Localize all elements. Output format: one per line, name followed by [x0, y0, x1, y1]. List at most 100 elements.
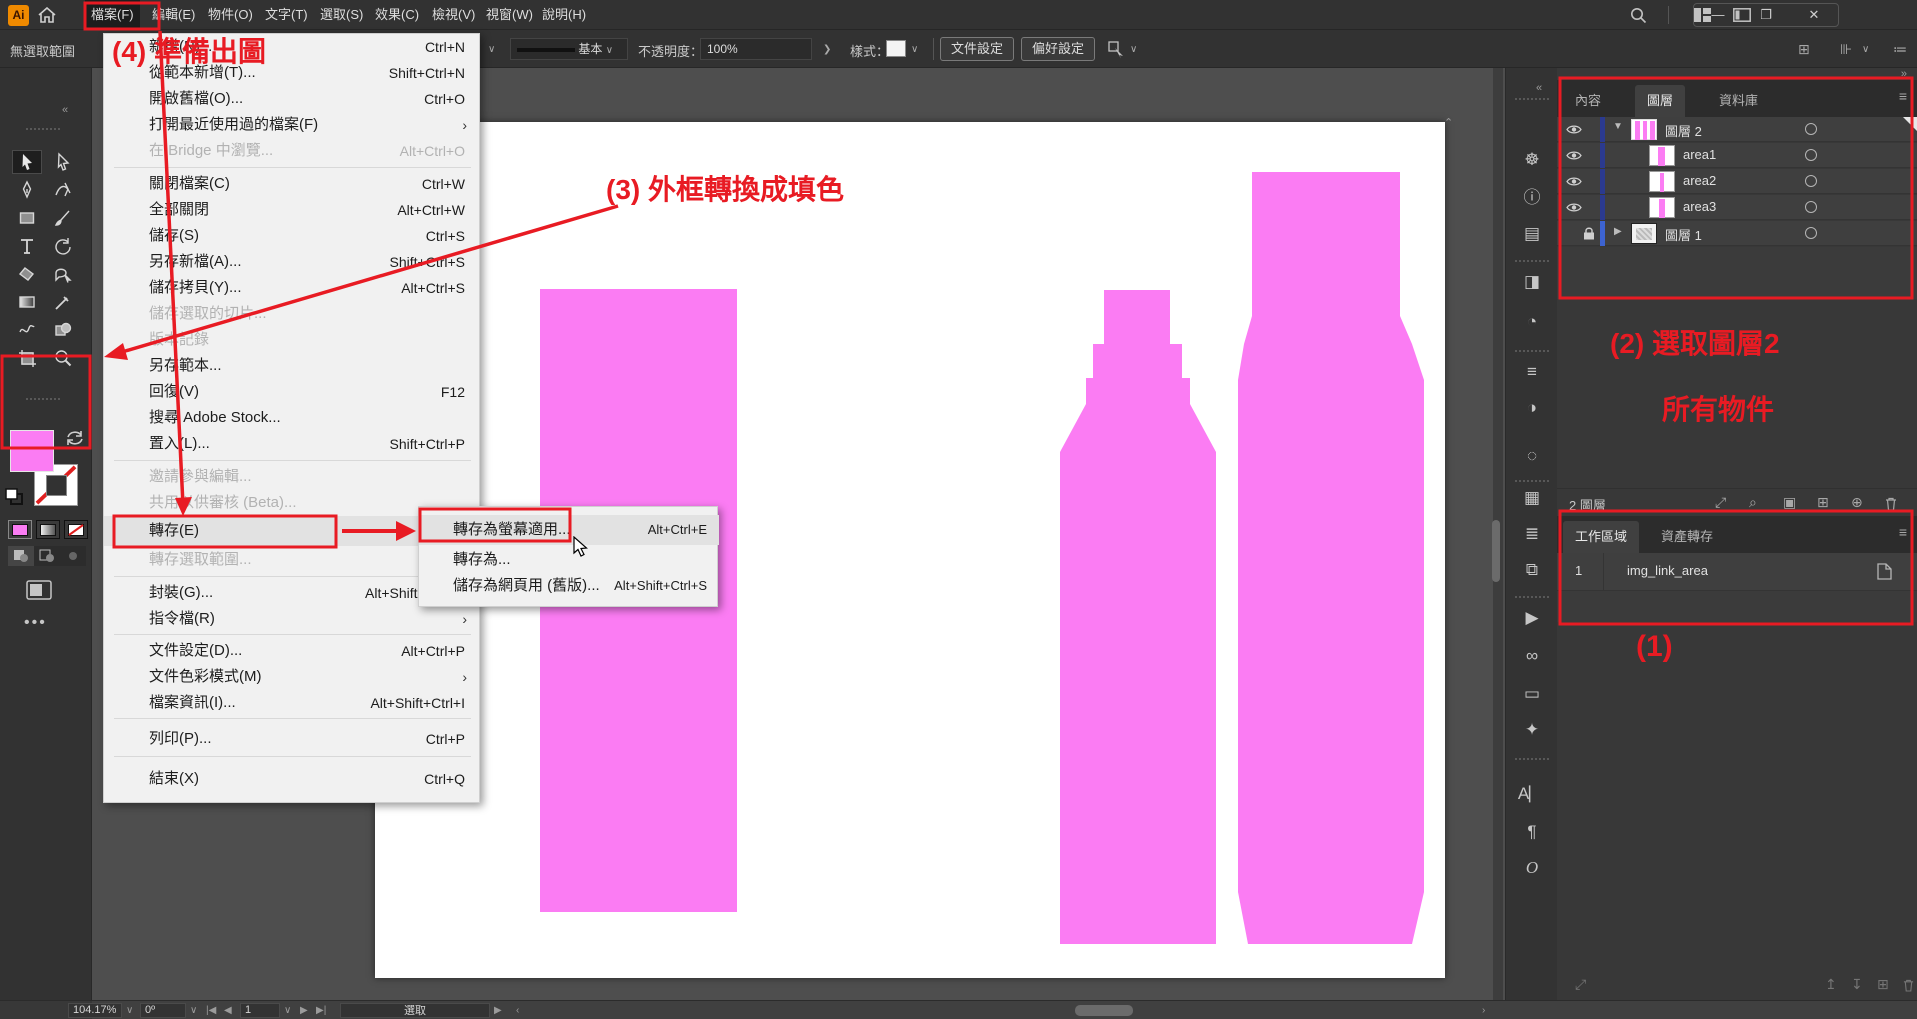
strip-grip[interactable]	[1515, 480, 1549, 482]
actions-icon[interactable]: ▤	[1506, 224, 1558, 244]
align-panel-icon[interactable]: ≣	[1506, 524, 1558, 544]
menu-item-close-all[interactable]: 全部關閉Alt+Ctrl+W	[104, 197, 481, 223]
character-panel-icon[interactable]: A⎸	[1506, 784, 1558, 804]
zoom-chevron-icon[interactable]: ∨	[126, 1003, 133, 1018]
menu-view[interactable]: 檢視(V)	[426, 0, 481, 30]
menu-item-scripts[interactable]: 指令檔(R)›	[104, 606, 481, 632]
artboards-panel-icon[interactable]: ▦	[1506, 488, 1558, 508]
delete-layer-icon[interactable]	[1885, 497, 1897, 511]
layer-name[interactable]: area2	[1683, 173, 1716, 188]
none-button[interactable]	[64, 520, 88, 539]
last-artboard-icon[interactable]: ▶|	[316, 1003, 326, 1018]
horizontal-scrollbar-thumb[interactable]	[1075, 1005, 1133, 1016]
home-icon[interactable]	[38, 7, 56, 23]
type-tool[interactable]	[12, 234, 42, 258]
visibility-eye-icon[interactable]	[1566, 176, 1582, 187]
draw-behind-mode-button[interactable]	[34, 546, 60, 566]
controlbar-menu-icon[interactable]: ≔	[1893, 41, 1907, 58]
artboard-chevron-icon[interactable]: ∨	[284, 1003, 291, 1018]
restore-button[interactable]: ❐	[1742, 4, 1790, 26]
layer-thumbnail[interactable]	[1631, 119, 1657, 140]
layer-row[interactable]: area1	[1557, 143, 1917, 168]
libraries-icon[interactable]: ✦	[1506, 720, 1558, 740]
artboard-name[interactable]: img_link_area	[1627, 563, 1708, 578]
menu-effect[interactable]: 效果(C)	[369, 0, 425, 30]
document-setup-button[interactable]: 文件設定	[940, 37, 1014, 61]
hscroll-right-icon[interactable]: ›	[1482, 1003, 1485, 1018]
layer-target-circle[interactable]	[1805, 175, 1817, 187]
properties-toggle-icon[interactable]: ⊪	[1840, 41, 1852, 58]
properties-chevron-icon[interactable]: ∨	[1862, 44, 1869, 55]
gradient-tool[interactable]	[12, 290, 42, 314]
artboard-tool[interactable]	[12, 346, 42, 370]
menu-type[interactable]: 文字(T)	[259, 0, 314, 30]
draw-inside-mode-button[interactable]	[60, 546, 86, 566]
menu-item-place[interactable]: 置入(L)...Shift+Ctrl+P	[104, 431, 481, 457]
menu-item-open-recent[interactable]: 打開最近使用過的檔案(F)›	[104, 112, 481, 138]
collapse-toolbar-icon[interactable]: «	[62, 104, 68, 116]
lock-icon[interactable]	[1583, 227, 1595, 240]
fill-color-swatch[interactable]	[10, 430, 54, 472]
draw-normal-mode-button[interactable]	[8, 546, 34, 566]
menu-item-save[interactable]: 儲存(S)Ctrl+S	[104, 223, 481, 249]
opacity-expand-icon[interactable]: ❯	[823, 44, 831, 55]
links-panel-icon[interactable]: ∞	[1506, 646, 1558, 666]
actions-play-icon[interactable]: ▶	[1506, 608, 1558, 628]
new-sublayer-icon[interactable]: ⊞	[1817, 494, 1829, 511]
visibility-eye-icon[interactable]	[1566, 202, 1582, 213]
selection-options-icon[interactable]	[1108, 41, 1126, 59]
shaper-tool[interactable]	[48, 262, 78, 286]
paintbrush-tool[interactable]	[48, 206, 78, 230]
make-mask-icon[interactable]: ⤢	[1715, 494, 1726, 511]
layer-name[interactable]: 圖層 2	[1665, 121, 1702, 140]
tab-libraries[interactable]: 資料庫	[1707, 85, 1770, 117]
strip-grip[interactable]	[1515, 260, 1549, 262]
delete-artboard-icon[interactable]	[1903, 979, 1914, 992]
menu-item-revert[interactable]: 回復(V)F12	[104, 379, 481, 405]
new-artboard-icon[interactable]: ⊞	[1877, 976, 1889, 993]
selection-options-chevron-icon[interactable]: ∨	[1130, 44, 1137, 55]
move-down-icon[interactable]: ↧	[1851, 976, 1863, 993]
menu-edit[interactable]: 編輯(E)	[146, 0, 201, 30]
layer-thumbnail[interactable]	[1631, 223, 1657, 244]
clipping-mask-icon[interactable]: ▣	[1783, 494, 1796, 511]
edit-toolbar-ellipsis-icon[interactable]: •••	[24, 614, 47, 632]
rotate-tool[interactable]	[48, 234, 78, 258]
search-icon[interactable]	[1630, 7, 1647, 24]
appearance-panel-icon[interactable]: ◌	[1506, 446, 1558, 466]
chevron-down-icon[interactable]: ▼	[1613, 121, 1623, 132]
illustrator-logo-icon[interactable]: Ai	[8, 5, 29, 26]
visibility-eye-icon[interactable]	[1566, 150, 1582, 161]
new-layer-icon[interactable]: ⊕	[1851, 494, 1863, 511]
collapse-panel-icon[interactable]: »	[1901, 68, 1907, 80]
navigator-wheel-icon[interactable]: ☸	[1506, 150, 1558, 170]
menu-item-open[interactable]: 開啟舊檔(O)...Ctrl+O	[104, 86, 481, 112]
zoom-level-value[interactable]: 104.17%	[68, 1003, 122, 1018]
layer-row[interactable]: area2	[1557, 169, 1917, 194]
rotation-chevron-icon[interactable]: ∨	[190, 1003, 197, 1018]
zoom-tool[interactable]	[48, 346, 78, 370]
first-artboard-icon[interactable]: |◀	[206, 1003, 216, 1018]
strip-grip[interactable]	[1515, 596, 1549, 598]
menu-item-exit[interactable]: 結束(X)Ctrl+Q	[104, 766, 481, 792]
visibility-eye-icon[interactable]	[1566, 124, 1582, 135]
pen-tool[interactable]	[12, 178, 42, 202]
layer-thumbnail[interactable]	[1649, 197, 1675, 218]
style-chevron-icon[interactable]: ∨	[911, 44, 918, 55]
eraser-tool[interactable]	[12, 262, 42, 286]
menu-item-close[interactable]: 關閉檔案(C)Ctrl+W	[104, 171, 481, 197]
minimize-button[interactable]: —	[1694, 4, 1742, 26]
opacity-value[interactable]: 100%	[700, 38, 812, 60]
vertical-scrollbar-thumb[interactable]	[1492, 520, 1500, 582]
selection-tool[interactable]	[12, 150, 42, 174]
opentype-panel-icon[interactable]: O	[1506, 858, 1558, 878]
strip-grip[interactable]	[1515, 98, 1549, 100]
expand-panels-icon[interactable]: «	[1536, 82, 1542, 94]
locate-object-icon[interactable]: ⌕	[1749, 494, 1757, 511]
layer-target-circle[interactable]	[1805, 149, 1817, 161]
layer-target-circle[interactable]	[1805, 201, 1817, 213]
layer-row[interactable]: area3	[1557, 195, 1917, 220]
menu-object[interactable]: 物件(O)	[202, 0, 259, 30]
menu-item-search-adobe-stock[interactable]: 搜尋 Adobe Stock...	[104, 405, 481, 431]
width-tool[interactable]	[12, 318, 42, 342]
